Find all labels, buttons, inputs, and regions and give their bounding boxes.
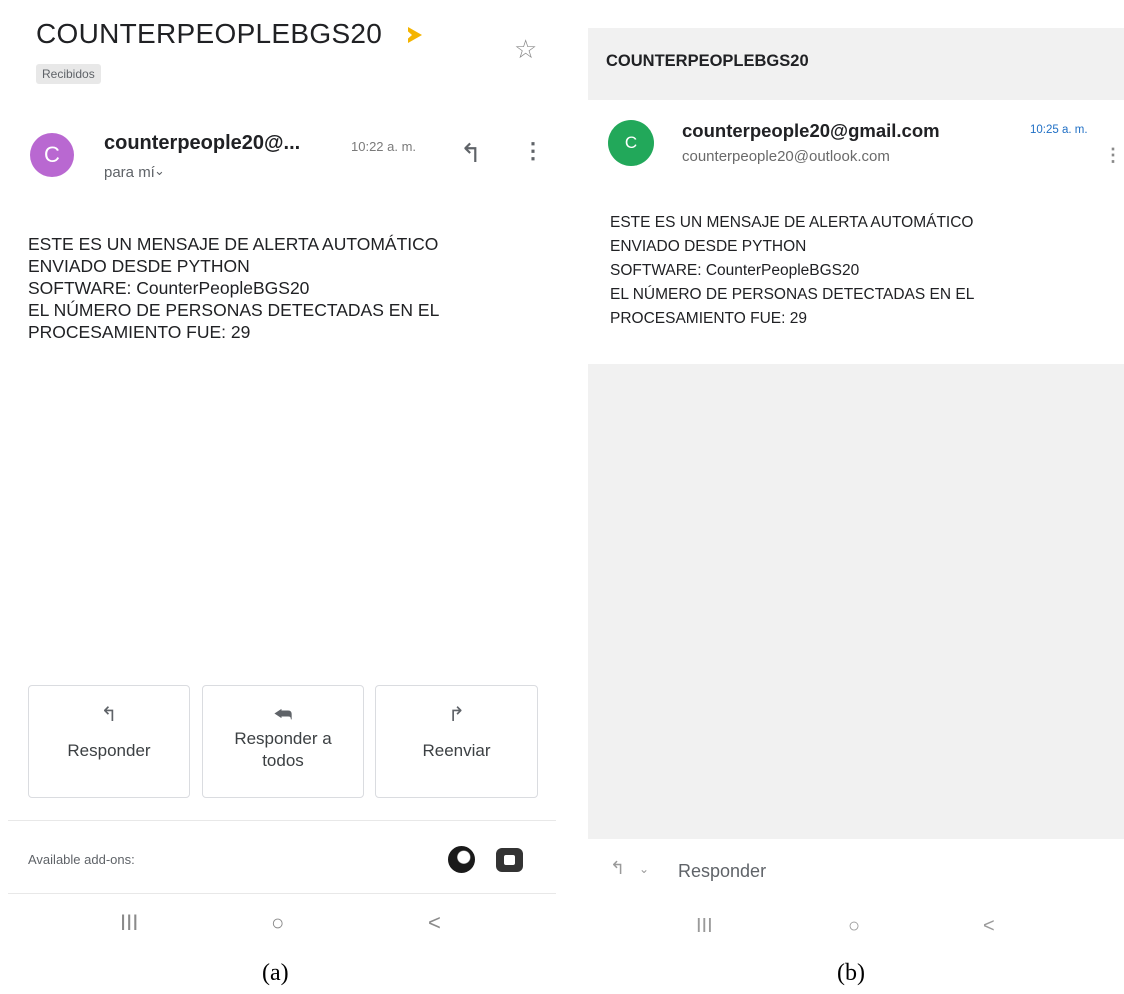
reply-all-icon: ⮪ — [273, 704, 293, 726]
back-button[interactable]: < — [428, 912, 441, 934]
inbox-label-chip[interactable]: Recibidos — [36, 64, 101, 84]
email-subject: COUNTERPEOPLEBGS20 — [36, 18, 383, 49]
body-line: EL NÚMERO DE PERSONAS DETECTADAS EN EL — [28, 300, 440, 320]
back-button[interactable]: < — [983, 916, 995, 936]
caption-b: (b) — [837, 960, 865, 986]
forward-button[interactable]: ↱ Reenviar — [375, 685, 538, 798]
addon-circle-icon[interactable] — [448, 846, 475, 873]
addons-label: Available add-ons: — [28, 852, 135, 867]
reply-icon[interactable]: ↰ — [460, 140, 482, 166]
reply-icon: ↰ — [100, 704, 118, 726]
body-line: ESTE ES UN MENSAJE DE ALERTA AUTOMÁTICO — [610, 214, 974, 231]
empty-content-area — [588, 364, 1124, 839]
message-body: ESTE ES UN MENSAJE DE ALERTA AUTOMÁTICO … — [610, 211, 974, 331]
star-icon[interactable]: ☆ — [514, 36, 537, 62]
chevron-down-icon[interactable]: ⌄ — [639, 862, 649, 876]
gmail-screen: COUNTERPEOPLEBGS20 ☆ Recibidos C counter… — [8, 0, 556, 940]
important-marker-icon[interactable] — [403, 27, 422, 43]
sender-avatar: C — [30, 133, 74, 177]
home-button[interactable]: ○ — [271, 912, 284, 934]
body-line: ENVIADO DESDE PYTHON — [28, 256, 250, 276]
body-line: ENVIADO DESDE PYTHON — [610, 238, 807, 255]
forward-icon: ↱ — [448, 704, 465, 726]
sender-name: counterpeople20@... — [104, 132, 301, 154]
recent-apps-button[interactable]: III — [696, 916, 713, 936]
reply-button[interactable]: Responder — [678, 861, 766, 882]
divider — [8, 820, 556, 821]
video-call-icon[interactable] — [496, 848, 523, 872]
reply-button-label: Responder — [67, 741, 151, 760]
message-body: ESTE ES UN MENSAJE DE ALERTA AUTOMÁTICO … — [28, 233, 439, 343]
body-line: PROCESAMIENTO FUE: 29 — [610, 310, 807, 327]
chevron-down-icon[interactable]: ⌄ — [154, 163, 165, 179]
caption-a: (a) — [262, 960, 289, 986]
reply-button[interactable]: ↰ Responder — [28, 685, 190, 798]
sender-avatar: C — [608, 120, 654, 166]
recent-apps-button[interactable]: III — [120, 912, 138, 934]
more-vert-icon[interactable]: ⋮ — [522, 140, 544, 162]
subject-header: COUNTERPEOPLEBGS20 — [588, 28, 1124, 100]
reply-all-button-label: Responder a todos — [234, 729, 332, 770]
body-line: SOFTWARE: CounterPeopleBGS20 — [610, 262, 860, 279]
message-time: 10:25 a. m. — [1030, 124, 1088, 136]
email-subject: COUNTERPEOPLEBGS20 — [606, 52, 809, 70]
message-time: 10:22 a. m. — [351, 139, 417, 154]
outlook-screen: COUNTERPEOPLEBGS20 C counterpeople20@gma… — [588, 28, 1124, 940]
body-line: EL NÚMERO DE PERSONAS DETECTADAS EN EL — [610, 286, 975, 303]
forward-button-label: Reenviar — [422, 741, 491, 760]
home-button[interactable]: ○ — [848, 916, 860, 936]
reply-icon[interactable]: ↰ — [610, 859, 625, 877]
recipient-email: counterpeople20@outlook.com — [682, 148, 890, 165]
sender-name: counterpeople20@gmail.com — [682, 120, 940, 141]
divider — [8, 893, 556, 894]
reply-all-button[interactable]: ⮪ Responder a todos — [202, 685, 364, 798]
body-line: SOFTWARE: CounterPeopleBGS20 — [28, 278, 310, 298]
body-line: ESTE ES UN MENSAJE DE ALERTA AUTOMÁTICO — [28, 234, 439, 254]
body-line: PROCESAMIENTO FUE: 29 — [28, 322, 251, 342]
recipient-line[interactable]: para mí — [104, 164, 155, 181]
more-vert-icon[interactable]: ⋮ — [1104, 146, 1122, 164]
